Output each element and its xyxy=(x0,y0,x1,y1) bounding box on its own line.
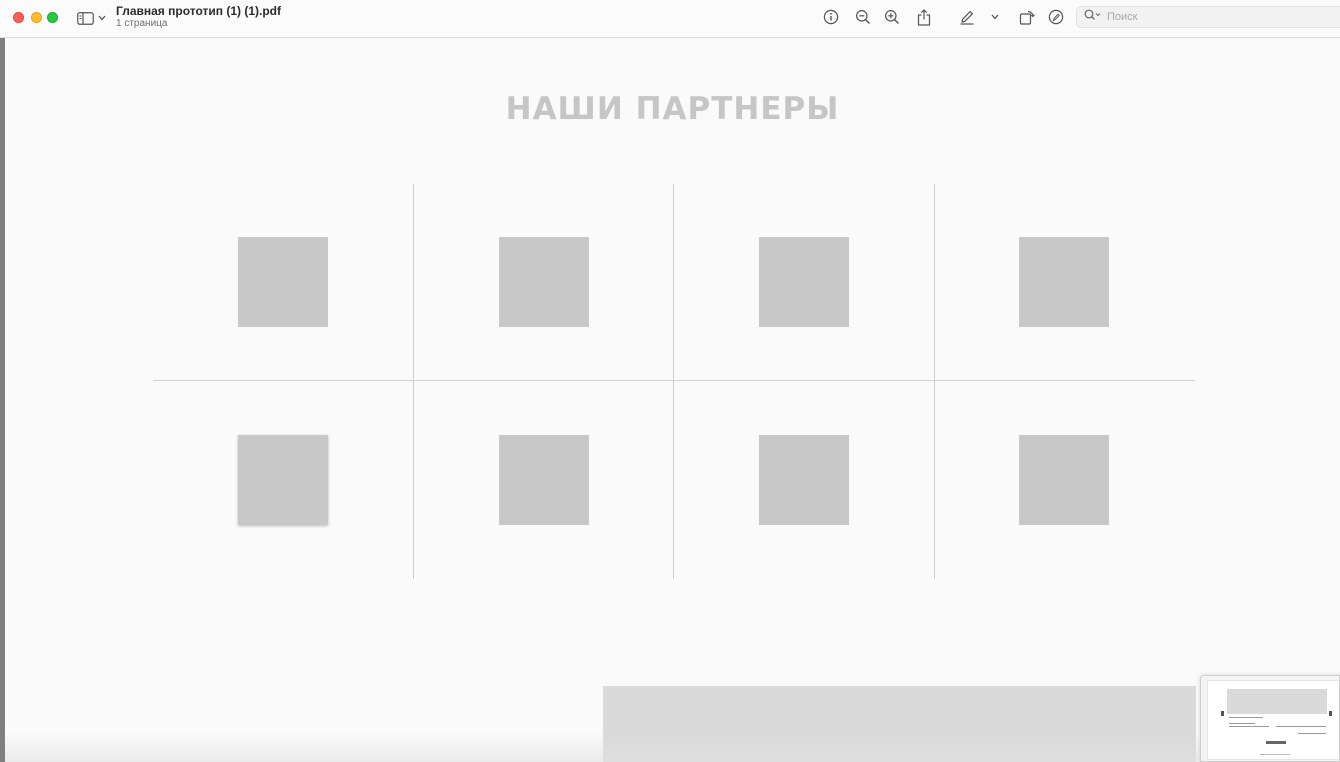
partner-logo-placeholder xyxy=(238,237,328,327)
thumbnail-arrow-left xyxy=(1221,711,1224,716)
markup-pen-icon xyxy=(959,9,975,25)
partner-logo-placeholder xyxy=(238,435,328,525)
thumbnail-arrow-right xyxy=(1329,711,1332,716)
thumbnail-page xyxy=(1207,680,1339,760)
thumbnail-text-line xyxy=(1229,723,1255,724)
close-button[interactable] xyxy=(13,12,24,23)
thumbnail-text-line xyxy=(1298,733,1326,734)
grid-divider xyxy=(934,184,935,579)
sidebar-icon xyxy=(77,11,94,25)
thumbnail-banner xyxy=(1227,689,1327,714)
thumbnail-button xyxy=(1266,741,1286,744)
annotate-button[interactable] xyxy=(1046,7,1066,27)
pdf-page[interactable]: НАШИ ПАРТНЕРЫ xyxy=(5,39,1340,762)
zoom-in-icon xyxy=(884,9,900,25)
search-input[interactable] xyxy=(1107,11,1327,23)
grid-divider xyxy=(413,184,414,579)
partner-logo-placeholder xyxy=(499,435,589,525)
chevron-down-icon xyxy=(98,15,106,21)
annotate-icon xyxy=(1048,9,1064,25)
partner-logo-placeholder xyxy=(499,237,589,327)
info-button[interactable] xyxy=(821,7,841,27)
sidebar-toggle-button[interactable] xyxy=(77,9,107,27)
rotate-icon xyxy=(1019,9,1035,25)
page-heading: НАШИ ПАРТНЕРЫ xyxy=(505,91,840,127)
grid-divider xyxy=(673,184,674,579)
markup-menu-button[interactable] xyxy=(986,7,1004,27)
zoom-in-button[interactable] xyxy=(882,7,902,27)
search-field[interactable] xyxy=(1076,6,1340,28)
partner-logo-placeholder xyxy=(759,237,849,327)
search-icon xyxy=(1084,8,1101,26)
share-icon xyxy=(917,8,931,26)
partner-logo-placeholder xyxy=(759,435,849,525)
grid-divider xyxy=(153,380,1195,381)
partner-logo-placeholder xyxy=(1019,237,1109,327)
thumbnail-text-line xyxy=(1260,754,1290,755)
zoom-out-button[interactable] xyxy=(853,7,873,27)
thumbnail-text-line xyxy=(1229,717,1263,718)
footer-block xyxy=(603,686,1196,762)
rotate-button[interactable] xyxy=(1017,7,1037,27)
zoom-out-icon xyxy=(855,9,871,25)
preview-window: Главная прототип (1) (1).pdf 1 страница xyxy=(0,0,1340,762)
thumbnail-text-line xyxy=(1229,726,1269,727)
maximize-button[interactable] xyxy=(47,12,58,23)
chevron-down-icon xyxy=(991,14,999,20)
page-count: 1 страница xyxy=(116,18,168,29)
partner-logo-placeholder xyxy=(1019,435,1109,525)
info-icon xyxy=(823,9,839,25)
markup-button[interactable] xyxy=(957,7,977,27)
document-title: Главная прототип (1) (1).pdf xyxy=(116,4,281,18)
page-thumbnail[interactable] xyxy=(1200,675,1340,762)
thumbnail-text-line xyxy=(1276,726,1326,727)
toolbar: Главная прототип (1) (1).pdf 1 страница xyxy=(0,0,1340,38)
minimize-button[interactable] xyxy=(31,12,42,23)
share-button[interactable] xyxy=(914,7,934,27)
